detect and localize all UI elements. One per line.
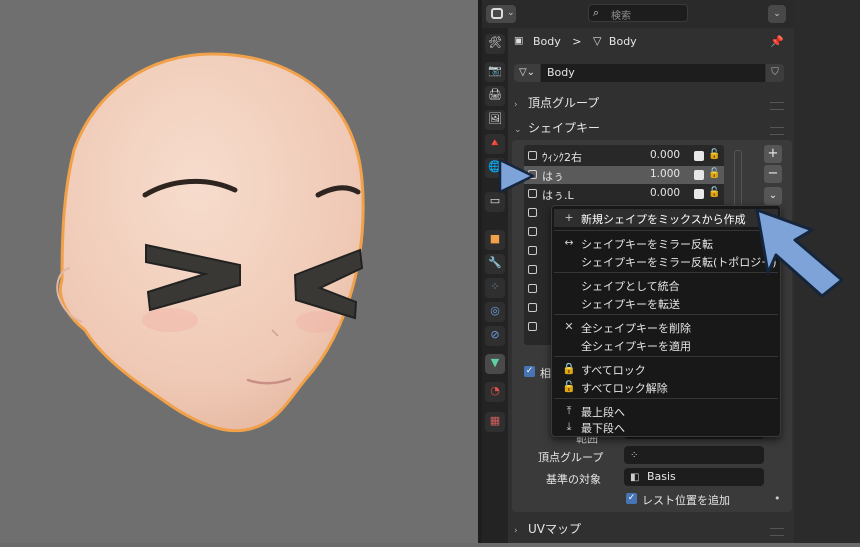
annotation-overlay xyxy=(498,158,844,298)
arrow-pointer-icon xyxy=(755,208,844,298)
triangle-pointer-icon xyxy=(498,158,535,194)
